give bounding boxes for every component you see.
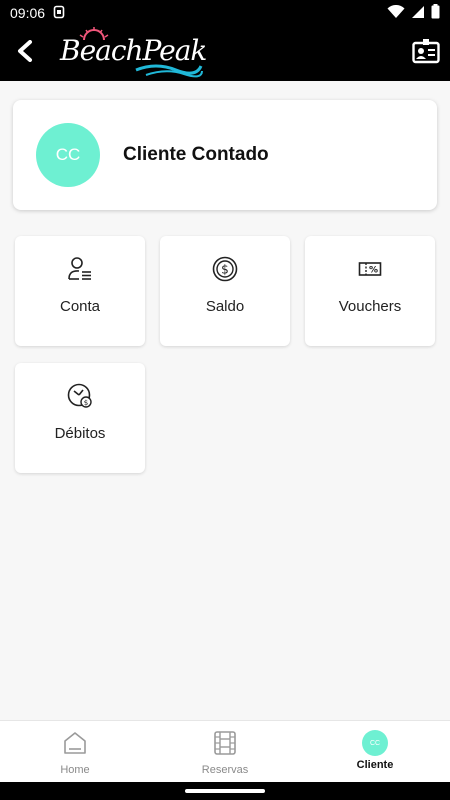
nav-label: Home [60, 764, 90, 776]
tile-label: Vouchers [338, 298, 402, 315]
status-time: 09:06 [10, 5, 46, 21]
battery-icon [431, 4, 440, 22]
avatar-initials: CC [55, 145, 81, 164]
tile-conta[interactable]: Conta [15, 236, 145, 346]
home-icon [62, 730, 88, 761]
tile-saldo[interactable]: $ Saldo [160, 236, 290, 346]
dollar-coin-icon: $ [210, 254, 240, 284]
avatar: CC [36, 123, 100, 187]
contact-card-button[interactable] [410, 38, 442, 68]
signal-icon [411, 5, 425, 22]
status-bar: 09:06 [0, 0, 450, 26]
nav-label: Cliente [356, 759, 394, 771]
logo-text: BeachPeak [60, 34, 207, 67]
svg-text:$: $ [221, 263, 229, 277]
system-nav-bar [0, 782, 450, 800]
nav-cliente[interactable]: CC Cliente [300, 721, 450, 782]
tile-label: Saldo [205, 298, 245, 315]
film-reservations-icon [212, 730, 238, 761]
sim-icon [53, 5, 65, 22]
nav-label: Reservas [201, 764, 249, 776]
tile-label: Débitos [54, 425, 106, 442]
back-arrow-icon [16, 40, 34, 67]
nav-home[interactable]: Home [0, 721, 150, 782]
client-avatar-icon: CC [362, 730, 388, 756]
profile-name: Cliente Contado [123, 144, 269, 165]
clock-debit-icon: $ [65, 381, 95, 411]
nav-reservas[interactable]: Reservas [150, 721, 300, 782]
bottom-nav: Home Reservas CC Cliente [0, 720, 450, 782]
nav-avatar-initials: CC [369, 739, 381, 747]
percent-ticket-icon: % [355, 254, 385, 284]
home-gesture-pill[interactable] [185, 789, 265, 793]
app-bar: BeachPeak [0, 26, 450, 81]
svg-text:$: $ [84, 399, 88, 407]
wifi-icon [387, 4, 405, 22]
beachpeak-logo: BeachPeak [56, 26, 207, 81]
tile-vouchers[interactable]: % Vouchers [305, 236, 435, 346]
person-list-icon [65, 254, 95, 284]
svg-text:%: % [369, 266, 378, 276]
tile-debitos[interactable]: $ Débitos [15, 363, 145, 473]
id-card-icon [412, 38, 440, 69]
tile-label: Conta [59, 298, 101, 315]
back-button[interactable] [0, 26, 50, 81]
profile-card: CC Cliente Contado [13, 100, 437, 210]
